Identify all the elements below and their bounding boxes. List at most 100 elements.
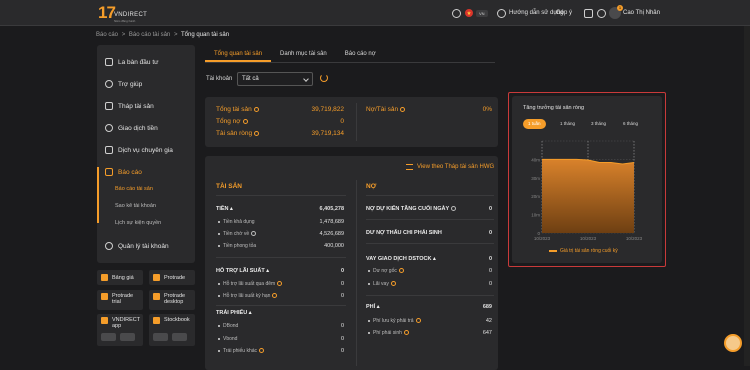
growth-title: Tăng trưởng tài sản ròng bbox=[523, 105, 585, 111]
info-icon[interactable] bbox=[415, 318, 421, 324]
info-icon[interactable] bbox=[251, 231, 257, 237]
legend-label: Giá trị tài sản ròng cuối kỳ bbox=[560, 248, 618, 254]
google-play-icon[interactable] bbox=[172, 333, 187, 341]
app-bang-gia[interactable]: Bảng giá bbox=[97, 270, 143, 285]
info-icon[interactable] bbox=[398, 268, 404, 274]
divider bbox=[366, 195, 494, 196]
language-selector[interactable]: VN bbox=[465, 7, 488, 19]
app-protrade-desktop[interactable]: Protrade desktop bbox=[149, 290, 195, 310]
sidebar-item-cash[interactable]: Giao dịch tiền bbox=[105, 121, 158, 135]
breadcrumb-current: Tổng quan tài sản bbox=[181, 32, 230, 38]
avatar: 1 bbox=[609, 5, 623, 19]
bond-row: Vbond bbox=[218, 336, 237, 342]
sidebar-sub-rights[interactable]: Lịch sự kiện quyền bbox=[115, 220, 161, 226]
info-icon[interactable] bbox=[451, 206, 457, 212]
apple-store-icon[interactable] bbox=[153, 333, 168, 341]
google-play-icon[interactable] bbox=[120, 333, 135, 341]
sidebar-item-report[interactable]: Báo cáo bbox=[105, 165, 142, 179]
user-guide-link[interactable]: Hướng dẫn sử dụng bbox=[497, 7, 563, 19]
app-label: Protrade desktop bbox=[164, 293, 186, 305]
theme-toggle[interactable] bbox=[452, 7, 461, 19]
sidebar-item-compass[interactable]: La bàn đầu tư bbox=[105, 55, 159, 69]
sidebar-item-expert[interactable]: Dịch vụ chuyên gia bbox=[105, 143, 173, 157]
app-protrade[interactable]: Protrade bbox=[149, 270, 195, 285]
sidebar-item-tower[interactable]: Tháp tài sản bbox=[105, 99, 154, 113]
protrade-icon bbox=[101, 293, 108, 300]
sidebar-item-account[interactable]: Quản lý tài khoản bbox=[105, 239, 169, 253]
assets-title: TÀI SẢN bbox=[216, 183, 242, 190]
breadcrumb-report[interactable]: Báo cáo bbox=[96, 32, 118, 38]
cash-row: Tiền chờ về bbox=[218, 231, 257, 237]
price-board-icon bbox=[101, 274, 108, 281]
info-icon[interactable] bbox=[254, 130, 260, 136]
detail-divider bbox=[356, 180, 357, 366]
protrade-icon bbox=[153, 274, 160, 281]
sidebar-item-label: La bàn đầu tư bbox=[118, 58, 159, 66]
language-code: VN bbox=[476, 9, 488, 17]
breadcrumb-asset-report[interactable]: Báo cáo tài sản bbox=[129, 32, 170, 38]
period-1-month[interactable]: 1 tháng bbox=[555, 119, 580, 129]
page-scrollbar[interactable] bbox=[744, 26, 750, 366]
info-icon[interactable] bbox=[272, 293, 278, 299]
app-vndirect[interactable]: VNDIRECT app bbox=[97, 314, 143, 346]
tower-view-link[interactable]: View theo Tháp tài sản HWG bbox=[406, 164, 494, 170]
sidebar-sub-statement[interactable]: Sao kê tài khoản bbox=[115, 203, 156, 209]
info-icon[interactable] bbox=[259, 348, 264, 354]
feedback-label: Góp ý bbox=[556, 10, 573, 16]
derivative-overdraft-value: 0 bbox=[488, 230, 492, 236]
summary-divider bbox=[356, 103, 357, 141]
period-3-months[interactable]: 3 tháng bbox=[586, 119, 611, 129]
tab-overview[interactable]: Tổng quan tài sản bbox=[205, 46, 272, 62]
app-stockbook[interactable]: Stockbook bbox=[149, 314, 195, 346]
tower-view-label: View theo Tháp tài sản HWG bbox=[417, 164, 495, 170]
info-icon[interactable] bbox=[400, 106, 406, 112]
breadcrumb-sep: > bbox=[121, 32, 126, 38]
vndirect-logo[interactable]: 17 VNDIRECT Năm đồng hành bbox=[98, 3, 148, 23]
bell-icon bbox=[597, 8, 606, 18]
sidebar-item-help[interactable]: Trợ giúp bbox=[105, 77, 142, 91]
app-label: VNDIRECT app bbox=[112, 317, 141, 329]
fee-row-value: 647 bbox=[482, 330, 492, 336]
chat-support-button[interactable] bbox=[724, 334, 742, 352]
feedback-link[interactable]: Góp ý bbox=[556, 7, 572, 19]
debt-ratio-label: Nợ/Tài sản bbox=[366, 106, 406, 113]
expert-icon bbox=[105, 146, 113, 154]
app-label: Stockbook bbox=[164, 317, 190, 323]
debt-expected-label: NỢ DỰ KIẾN TĂNG CUỐI NGÀY bbox=[366, 206, 457, 212]
y-tick-label: 30m bbox=[531, 176, 540, 181]
report-tabs: Tổng quan tài sản Danh mục tài sản Báo c… bbox=[205, 46, 385, 62]
net-assets-label: Tài sản ròng bbox=[216, 130, 260, 137]
user-menu[interactable]: 1 Cao Thị Nhân bbox=[609, 5, 660, 19]
info-icon[interactable] bbox=[390, 281, 396, 287]
top-bar: 17 VNDIRECT Năm đồng hành VN Hướng dẫn s… bbox=[0, 0, 750, 26]
info-icon[interactable] bbox=[277, 281, 283, 287]
info-icon[interactable] bbox=[403, 330, 409, 336]
period-6-months[interactable]: 6 tháng bbox=[618, 119, 643, 129]
breadcrumb-sep: > bbox=[173, 32, 178, 38]
refresh-icon[interactable] bbox=[320, 74, 328, 82]
divider bbox=[216, 195, 346, 196]
bond-row-value: 0 bbox=[340, 348, 344, 354]
chevron-down-icon bbox=[303, 76, 309, 82]
period-1-week[interactable]: 1 tuần bbox=[523, 119, 546, 129]
sidebar-sub-asset-report[interactable]: Báo cáo tài sản bbox=[115, 186, 153, 192]
cash-row-value: 400,000 bbox=[324, 243, 344, 249]
tab-portfolio[interactable]: Danh mục tài sản bbox=[271, 46, 336, 62]
cash-row-value: 4,526,689 bbox=[319, 231, 344, 237]
divider bbox=[366, 295, 494, 296]
total-debt-value: 0 bbox=[340, 118, 344, 125]
sidebar-item-label: Tháp tài sản bbox=[118, 102, 154, 110]
app-protrade-trial[interactable]: Protrade trial bbox=[97, 290, 143, 310]
info-icon[interactable] bbox=[242, 118, 248, 124]
divider bbox=[366, 219, 494, 220]
cash-value: 6,405,278 bbox=[319, 206, 344, 212]
tab-debt-report[interactable]: Báo cáo nợ bbox=[336, 46, 385, 62]
swap-icon bbox=[406, 164, 413, 170]
info-icon[interactable] bbox=[253, 106, 259, 112]
mail-button[interactable] bbox=[584, 7, 593, 19]
account-select[interactable]: Tất cả bbox=[237, 72, 313, 86]
bond-row: DBond bbox=[218, 323, 238, 329]
debt-ratio-value: 0% bbox=[482, 106, 492, 113]
notification-button[interactable] bbox=[597, 7, 606, 19]
apple-store-icon[interactable] bbox=[101, 333, 116, 341]
